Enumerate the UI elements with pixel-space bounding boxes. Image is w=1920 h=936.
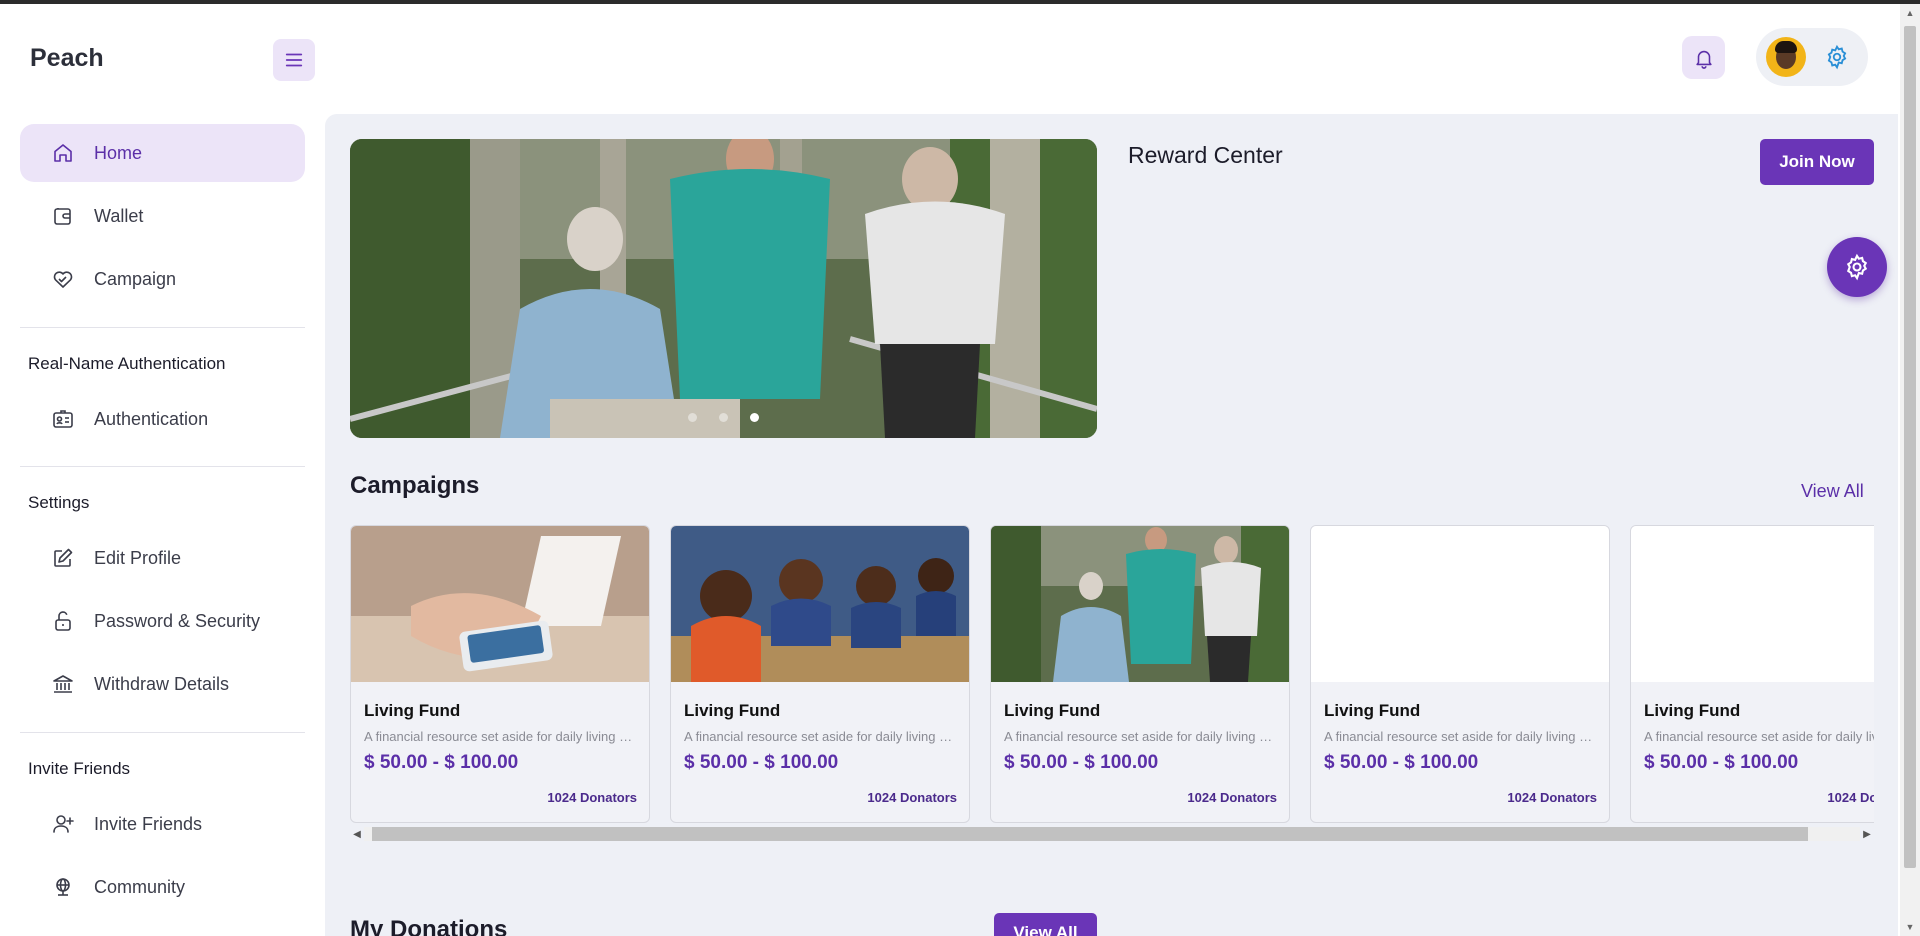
- sidebar-item-wallet[interactable]: Wallet: [20, 187, 305, 245]
- donations-view-all-button[interactable]: View All: [994, 913, 1097, 936]
- campaign-donators: 1024 Donators: [867, 790, 957, 805]
- sidebar-divider: [20, 327, 305, 328]
- campaign-price-range: $ 50.00 - $ 100.00: [1644, 752, 1799, 773]
- campaign-donators: 1024 Donators: [1507, 790, 1597, 805]
- section-title-invite: Invite Friends: [28, 759, 131, 778]
- campaign-card[interactable]: Living Fund A financial resource set asi…: [1310, 525, 1610, 823]
- sidebar-item-home[interactable]: Home: [20, 124, 305, 182]
- campaign-price-range: $ 50.00 - $ 100.00: [364, 752, 519, 773]
- campaign-donators: 1024 Donators: [547, 790, 637, 805]
- section-title-settings: Settings: [28, 493, 90, 512]
- sidebar-item-label: Authentication: [94, 408, 209, 429]
- scroll-left-arrow-icon[interactable]: ◀: [350, 827, 364, 841]
- scroll-right-arrow-icon[interactable]: ▶: [1860, 827, 1874, 841]
- hero-carousel[interactable]: [350, 139, 1097, 438]
- carousel-dots: [350, 413, 1097, 422]
- campaigns-horizontal-scrollbar[interactable]: ◀ ▶: [350, 824, 1874, 841]
- page-vertical-scrollbar[interactable]: ▲ ▼: [1900, 4, 1920, 936]
- id-card-icon: [50, 406, 76, 432]
- sidebar-item-label: Password & Security: [94, 610, 261, 631]
- campaign-price-range: $ 50.00 - $ 100.00: [684, 752, 839, 773]
- campaign-card[interactable]: Living Fund A financial resource set asi…: [1630, 525, 1874, 823]
- campaign-donators: 1024 Donators: [1827, 790, 1874, 805]
- campaign-card[interactable]: Living Fund A financial resource set asi…: [670, 525, 970, 823]
- hamburger-icon: [285, 53, 303, 67]
- profile-menu[interactable]: [1756, 28, 1868, 86]
- campaign-image-placeholder: [1631, 526, 1874, 682]
- sidebar-item-edit-profile[interactable]: Edit Profile: [20, 529, 305, 587]
- section-title-authentication: Real-Name Authentication: [28, 354, 226, 373]
- campaign-cards-row: Living Fund A financial resource set asi…: [350, 525, 1874, 823]
- scrollbar-thumb[interactable]: [372, 827, 1808, 841]
- globe-icon: [50, 874, 76, 900]
- campaign-price-range: $ 50.00 - $ 100.00: [1324, 752, 1479, 773]
- campaign-title: Living Fund: [1324, 701, 1421, 720]
- scroll-up-arrow-icon[interactable]: ▲: [1900, 4, 1920, 22]
- sidebar-item-label: Invite Friends: [94, 813, 203, 834]
- brand-logo: Peach: [30, 44, 104, 72]
- campaign-image-placeholder: [1311, 526, 1609, 682]
- campaign-description: A financial resource set aside for daily…: [364, 729, 639, 744]
- edit-icon: [50, 545, 76, 571]
- avatar[interactable]: [1766, 37, 1806, 77]
- gear-icon[interactable]: [1824, 44, 1850, 70]
- scroll-down-arrow-icon[interactable]: ▼: [1900, 918, 1920, 936]
- bank-icon: [50, 671, 76, 697]
- home-icon: [50, 140, 76, 166]
- gear-icon: [1846, 253, 1868, 281]
- campaign-price-range: $ 50.00 - $ 100.00: [1004, 752, 1159, 773]
- avatar-hair: [1775, 41, 1797, 53]
- campaign-description: A financial resource set aside for daily…: [1324, 729, 1599, 744]
- campaign-title: Living Fund: [1004, 701, 1101, 720]
- sidebar-divider: [20, 732, 305, 733]
- notifications-button[interactable]: [1682, 36, 1725, 79]
- campaign-donators: 1024 Donators: [1187, 790, 1277, 805]
- carousel-dot-active[interactable]: [750, 413, 759, 422]
- sidebar-item-invite-friends[interactable]: Invite Friends: [20, 795, 305, 853]
- sidebar-item-community[interactable]: Community: [20, 858, 305, 916]
- campaign-description: A financial resource set aside for daily…: [1004, 729, 1279, 744]
- campaign-title: Living Fund: [364, 701, 461, 720]
- campaign-image: [351, 526, 649, 682]
- sidebar-item-label: Edit Profile: [94, 547, 182, 568]
- sidebar-item-label: Campaign: [94, 268, 177, 289]
- campaign-card[interactable]: Living Fund A financial resource set asi…: [990, 525, 1290, 823]
- join-now-button[interactable]: Join Now: [1760, 139, 1874, 185]
- heart-handshake-icon: [50, 266, 76, 292]
- campaign-description: A financial resource set aside for daily…: [1644, 729, 1874, 744]
- campaign-card[interactable]: Living Fund A financial resource set asi…: [350, 525, 650, 823]
- campaign-description: A financial resource set aside for daily…: [684, 729, 959, 744]
- settings-fab-button[interactable]: [1827, 237, 1887, 297]
- campaign-image: [671, 526, 969, 682]
- sidebar-item-label: Community: [94, 876, 186, 897]
- sidebar-item-authentication[interactable]: Authentication: [20, 390, 305, 448]
- sidebar-item-label: Wallet: [94, 205, 144, 226]
- campaign-image: [991, 526, 1289, 682]
- sidebar-item-label: Withdraw Details: [94, 673, 230, 694]
- hero-image: [350, 139, 1097, 438]
- sidebar: Peach Home Wallet Campaign Real-Name Aut…: [0, 4, 325, 936]
- lock-icon: [50, 608, 76, 634]
- my-donations-title: My Donations: [350, 916, 508, 936]
- sidebar-divider: [20, 466, 305, 467]
- user-plus-icon: [50, 811, 76, 837]
- bell-icon: [1695, 50, 1712, 69]
- sidebar-item-label: Home: [94, 142, 143, 163]
- sidebar-item-withdraw-details[interactable]: Withdraw Details: [20, 655, 305, 713]
- carousel-dot[interactable]: [719, 413, 728, 422]
- campaigns-title: Campaigns: [350, 472, 480, 499]
- campaigns-view-all-link[interactable]: View All: [1801, 481, 1864, 502]
- menu-toggle-button[interactable]: [273, 39, 315, 81]
- sidebar-item-campaign[interactable]: Campaign: [20, 250, 305, 308]
- sidebar-item-password-security[interactable]: Password & Security: [20, 592, 305, 650]
- reward-center-title: Reward Center: [1128, 142, 1283, 168]
- page-scrollbar-thumb[interactable]: [1904, 26, 1916, 868]
- campaign-title: Living Fund: [684, 701, 781, 720]
- wallet-icon: [50, 203, 76, 229]
- carousel-dot[interactable]: [688, 413, 697, 422]
- campaign-title: Living Fund: [1644, 701, 1741, 720]
- main-content: Reward Center Join Now Campaigns View Al…: [325, 114, 1898, 936]
